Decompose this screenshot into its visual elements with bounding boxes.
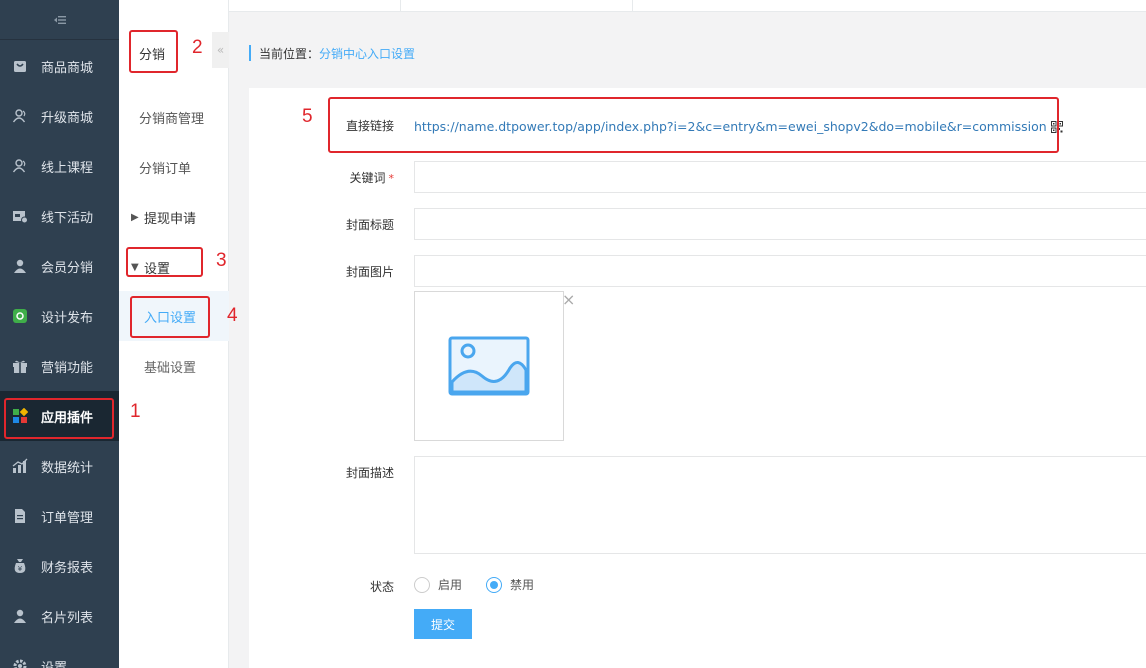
submenu-group-settings[interactable]: ▼ 设置 [131, 258, 170, 277]
users-icon [11, 157, 29, 175]
keyword-label-text: 关键词 [349, 171, 386, 185]
gear-icon [11, 657, 29, 668]
submenu-item-distributor-management[interactable]: 分销商管理 [139, 108, 204, 127]
cover-title-input[interactable] [414, 208, 1146, 240]
qrcode-icon[interactable] [1050, 120, 1063, 133]
keyword-label: 关键词 * [249, 169, 394, 186]
keyword-input[interactable] [414, 161, 1146, 193]
sidebar-item-card-list[interactable]: 名片列表 [0, 591, 119, 641]
sidebar-item-statistics[interactable]: 数据统计 [0, 441, 119, 491]
design-icon [11, 307, 29, 325]
submit-button[interactable]: 提交 [414, 609, 472, 639]
tab-divider [632, 0, 633, 12]
submenu-title: 分销 [139, 48, 166, 63]
sidebar-item-design-publish[interactable]: 设计发布 [0, 291, 119, 341]
image-placeholder-icon [448, 336, 530, 396]
cover-image-input[interactable] [414, 255, 1146, 287]
sidebar-item-member-distribution[interactable]: 会员分销 [0, 241, 119, 291]
sidebar-item-label: 升级商城 [41, 110, 94, 126]
direct-link-row: https://name.dtpower.top/app/index.php?i… [414, 119, 1063, 134]
sidebar-item-label: 线上课程 [41, 160, 94, 176]
sidebar-item-label: 订单管理 [41, 510, 94, 526]
entry-settings-form: 直接链接 https://name.dtpower.top/app/index.… [249, 88, 1146, 668]
breadcrumb-current-link[interactable]: 分销中心入口设置 [319, 45, 415, 62]
status-disable-label: 禁用 [510, 578, 535, 592]
chart-icon [11, 457, 29, 475]
cover-desc-textarea[interactable] [414, 456, 1146, 554]
cover-image-label: 封面图片 [345, 265, 394, 279]
money-icon: ¥ [11, 557, 29, 575]
sidebar-item-label: 线下活动 [41, 210, 94, 226]
cover-desc-label: 封面描述 [345, 466, 394, 480]
users-icon [11, 107, 29, 125]
submenu-group-label: 设置 [144, 262, 171, 277]
menu-collapse-icon [53, 15, 66, 24]
status-label: 状态 [369, 580, 394, 594]
annotation-number-4: 4 [227, 305, 238, 326]
sidebar-item-label: 数据统计 [41, 460, 94, 476]
sidebar-item-label: 财务报表 [41, 560, 94, 576]
sidebar-item-finance[interactable]: ¥ 财务报表 [0, 541, 119, 591]
sidebar-item-label: 设计发布 [41, 310, 94, 326]
sidebar-item-label: 会员分销 [41, 260, 94, 276]
status-disable-radio[interactable] [486, 576, 503, 593]
sidebar-item-app-plugins[interactable]: 应用插件 [0, 391, 119, 441]
sidebar-item-marketing[interactable]: 营销功能 [0, 341, 119, 391]
document-icon [11, 507, 29, 525]
submenu-item-distribution-orders[interactable]: 分销订单 [139, 158, 191, 177]
submenu-item-entry-settings[interactable]: 入口设置 [119, 291, 229, 341]
sidebar-item-settings[interactable]: 设置 [0, 641, 119, 668]
direct-link-label: 直接链接 [345, 119, 394, 133]
submenu-group-withdrawal[interactable]: ▶ 提现申请 [131, 208, 196, 227]
sidebar-item-upgrade-mall[interactable]: 升级商城 [0, 91, 119, 141]
status-enable-label: 启用 [438, 578, 463, 592]
apps-icon [11, 407, 29, 425]
user-icon [11, 257, 29, 275]
bag-icon [11, 57, 29, 75]
caret-right-icon: ▶ [131, 212, 139, 223]
sidebar-item-offline-activity[interactable]: 线下活动 [0, 191, 119, 241]
sidebar-item-product-mall[interactable]: 商品商城 [0, 41, 119, 91]
sidebar-item-orders[interactable]: 订单管理 [0, 491, 119, 541]
direct-link-url[interactable]: https://name.dtpower.top/app/index.php?i… [414, 119, 1047, 134]
annotation-number-2: 2 [192, 37, 203, 58]
cover-title-label: 封面标题 [345, 218, 394, 232]
sidebar-item-online-course[interactable]: 线上课程 [0, 141, 119, 191]
submenu-item-basic-settings[interactable]: 基础设置 [119, 341, 229, 391]
breadcrumb-prefix: 当前位置： [259, 46, 320, 61]
user-icon [11, 607, 29, 625]
tab-divider [400, 0, 401, 12]
gift-icon [11, 357, 29, 375]
sidebar-item-label: 商品商城 [41, 60, 94, 76]
submenu-group-label: 提现申请 [144, 212, 197, 227]
status-enable-radio[interactable] [414, 576, 430, 593]
breadcrumb: 当前位置： 分销中心入口设置 [249, 45, 415, 61]
sidebar-collapse-toggle[interactable] [0, 0, 119, 40]
top-tab-strip [229, 0, 1146, 12]
main-sidebar: 商品商城 升级商城 线上课程 线下活动 会员分销 设计发布 营销功能 应用插件 … [0, 0, 119, 668]
secondary-menu: 分销 分销商管理 分销订单 ▶ 提现申请 ▼ 设置 入口设置 基础设置 [119, 0, 229, 668]
caret-down-icon: ▼ [131, 262, 139, 273]
sidebar-item-label: 应用插件 [41, 410, 94, 426]
annotation-number-1: 1 [130, 401, 141, 422]
annotation-number-3: 3 [216, 250, 227, 271]
remove-image-button[interactable]: × [562, 292, 575, 308]
submenu-collapse-button[interactable]: « [212, 32, 229, 68]
cover-image-preview[interactable] [414, 291, 564, 441]
sidebar-item-label: 设置 [41, 660, 68, 668]
sidebar-item-label: 营销功能 [41, 360, 94, 376]
required-mark: * [388, 172, 395, 185]
status-radio-group: 启用 禁用 [414, 576, 558, 593]
sidebar-item-label: 名片列表 [41, 610, 94, 626]
annotation-number-5: 5 [302, 106, 313, 127]
svg-text:¥: ¥ [18, 565, 23, 573]
store-icon [11, 207, 29, 225]
